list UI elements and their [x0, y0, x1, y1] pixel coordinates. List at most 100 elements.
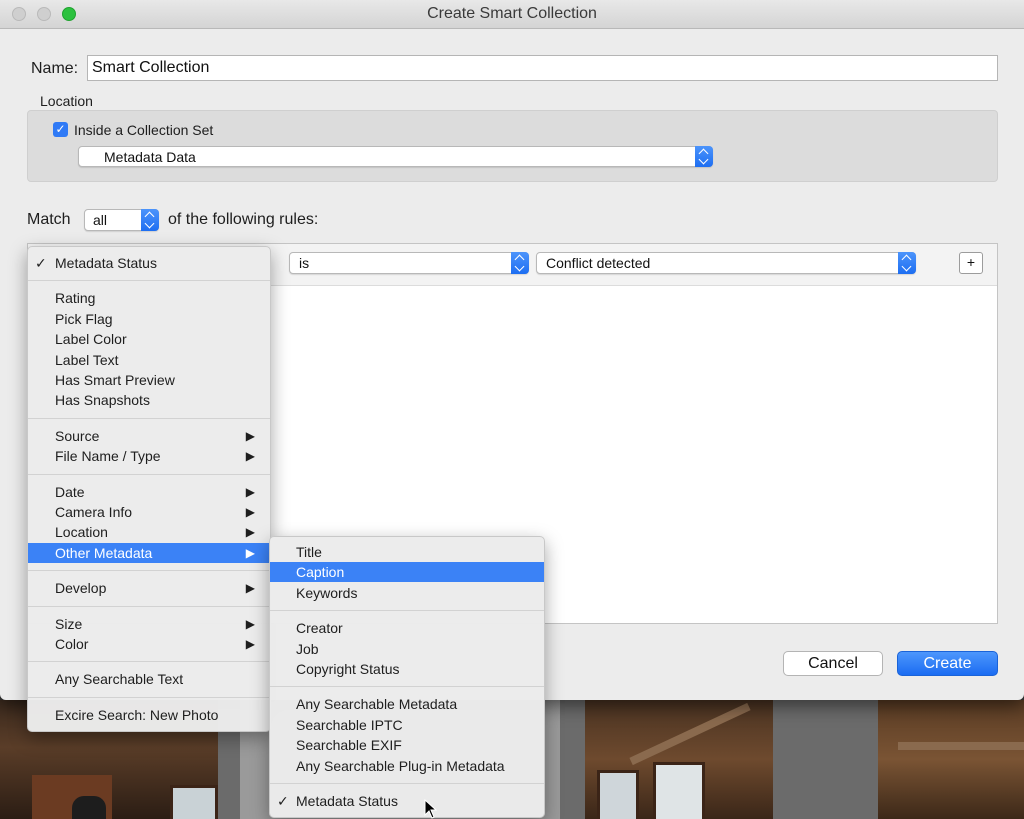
photo-detail: [629, 703, 750, 765]
menu-item-file-name-type[interactable]: File Name / Type ▶: [28, 446, 270, 466]
menu-item-label: Source: [55, 428, 99, 444]
collection-set-select[interactable]: Metadata Data: [78, 146, 713, 167]
other-metadata-submenu: Title Caption Keywords Creator Job Copyright …: [269, 536, 545, 818]
create-button[interactable]: Create: [897, 651, 998, 676]
inside-collection-set-label[interactable]: Inside a Collection Set: [74, 122, 213, 138]
menu-item-any-searchable-plug-in-metadata[interactable]: Any Searchable Plug-in Metadata: [270, 756, 544, 776]
menu-item-label: File Name / Type: [55, 448, 161, 464]
menu-item-excire-search-new-photo[interactable]: Excire Search: New Photo: [28, 705, 270, 725]
match-suffix-label: of the following rules:: [168, 211, 318, 229]
add-rule-button[interactable]: +: [959, 252, 983, 274]
menu-item-keywords[interactable]: Keywords: [270, 583, 544, 603]
rule-operator-select[interactable]: is: [289, 252, 529, 274]
menu-item-searchable-exif[interactable]: Searchable EXIF: [270, 735, 544, 755]
menu-item-location[interactable]: Location▶: [28, 522, 270, 542]
name-field[interactable]: Smart Collection: [87, 55, 998, 81]
menu-separator: [270, 610, 544, 611]
menu-item-pick-flag[interactable]: Pick Flag: [28, 309, 270, 329]
menu-item-label: Caption: [296, 564, 344, 580]
checkmark-icon: ✓: [35, 253, 47, 273]
menu-item-source[interactable]: Source ▶: [28, 426, 270, 446]
photo-detail: [653, 762, 705, 819]
menu-item-searchable-iptc[interactable]: Searchable IPTC: [270, 715, 544, 735]
cancel-button[interactable]: Cancel: [783, 651, 883, 676]
menu-item-job[interactable]: Job: [270, 639, 544, 659]
menu-item-label: Color: [55, 636, 88, 652]
menu-separator: [270, 686, 544, 687]
match-select[interactable]: all: [84, 209, 159, 231]
menu-item-label: Any Searchable Metadata: [296, 696, 457, 712]
menu-separator: [28, 661, 270, 662]
checkmark-icon: ✓: [277, 791, 289, 811]
menu-separator: [270, 783, 544, 784]
menu-separator: [28, 570, 270, 571]
menu-item-date[interactable]: Date▶: [28, 482, 270, 502]
menu-item-title[interactable]: Title: [270, 542, 544, 562]
menu-item-label: Other Metadata: [55, 545, 152, 561]
photo-detail: [597, 770, 639, 819]
submenu-arrow-icon: ▶: [246, 634, 255, 654]
match-label: Match: [27, 211, 71, 229]
menu-item-label: Label Text: [55, 352, 119, 368]
photo-detail: [170, 785, 218, 819]
inside-collection-set-checkbox[interactable]: ✓: [53, 122, 68, 137]
menu-item-any-searchable-text[interactable]: Any Searchable Text: [28, 669, 270, 689]
menu-item-label-color[interactable]: Label Color: [28, 329, 270, 349]
menu-separator: [28, 474, 270, 475]
menu-item-label: Metadata Status: [55, 255, 157, 271]
photo-detail: [72, 796, 106, 819]
menu-item-label: Title: [296, 544, 322, 560]
chevron-updown-icon: [141, 209, 159, 231]
background-photo: [878, 700, 1024, 819]
menu-item-caption[interactable]: Caption: [270, 562, 544, 582]
menu-separator: [28, 606, 270, 607]
menu-item-size[interactable]: Size▶: [28, 614, 270, 634]
menu-item-label: Keywords: [296, 585, 357, 601]
rule-value-select[interactable]: Conflict detected: [536, 252, 916, 274]
submenu-arrow-icon: ▶: [246, 446, 255, 466]
submenu-arrow-icon: ▶: [246, 614, 255, 634]
menu-separator: [28, 418, 270, 419]
menu-item-label: Creator: [296, 620, 343, 636]
menu-item-develop[interactable]: Develop ▶: [28, 578, 270, 598]
submenu-arrow-icon: ▶: [246, 578, 255, 598]
background-photo: [585, 700, 773, 819]
submenu-arrow-icon: ▶: [246, 522, 255, 542]
menu-item-any-searchable-metadata[interactable]: Any Searchable Metadata: [270, 694, 544, 714]
rule-value: Conflict detected: [546, 255, 650, 271]
submenu-arrow-icon: ▶: [246, 426, 255, 446]
menu-separator: [28, 697, 270, 698]
menu-item-label: Excire Search: New Photo: [55, 707, 218, 723]
menu-item-camera-info[interactable]: Camera Info▶: [28, 502, 270, 522]
menu-item-label: Searchable EXIF: [296, 737, 402, 753]
menu-item-rating[interactable]: Rating: [28, 288, 270, 308]
photo-detail: [898, 742, 1024, 750]
menu-item-label-text[interactable]: Label Text: [28, 350, 270, 370]
menu-item-metadata-status[interactable]: ✓ Metadata Status: [270, 791, 544, 811]
menu-item-has-snapshots[interactable]: Has Snapshots: [28, 390, 270, 410]
name-label: Name:: [31, 60, 78, 78]
menu-item-creator[interactable]: Creator: [270, 618, 544, 638]
chevron-updown-icon: [898, 252, 916, 274]
menu-item-has-smart-preview[interactable]: Has Smart Preview: [28, 370, 270, 390]
rule-operator-value: is: [299, 255, 309, 271]
menu-item-label: Job: [296, 641, 319, 657]
menu-item-label: Label Color: [55, 331, 127, 347]
menu-item-label: Searchable IPTC: [296, 717, 403, 733]
menu-item-label: Any Searchable Text: [55, 671, 183, 687]
menu-item-label: Develop: [55, 580, 106, 596]
menu-item-copyright-status[interactable]: Copyright Status: [270, 659, 544, 679]
menu-item-label: Pick Flag: [55, 311, 113, 327]
menu-item-label: Has Smart Preview: [55, 372, 175, 388]
menu-item-metadata-status[interactable]: ✓ Metadata Status: [28, 253, 270, 273]
menu-item-label: Metadata Status: [296, 793, 398, 809]
menu-item-label: Any Searchable Plug-in Metadata: [296, 758, 505, 774]
submenu-arrow-icon: ▶: [246, 543, 255, 563]
menu-item-color[interactable]: Color ▶: [28, 634, 270, 654]
location-label: Location: [40, 93, 93, 109]
window-title: Create Smart Collection: [0, 5, 1024, 23]
chevron-updown-icon: [695, 146, 713, 167]
menu-item-label: Date: [55, 484, 85, 500]
collection-set-value: Metadata Data: [104, 149, 196, 165]
menu-item-other-metadata[interactable]: Other Metadata ▶: [28, 543, 270, 563]
